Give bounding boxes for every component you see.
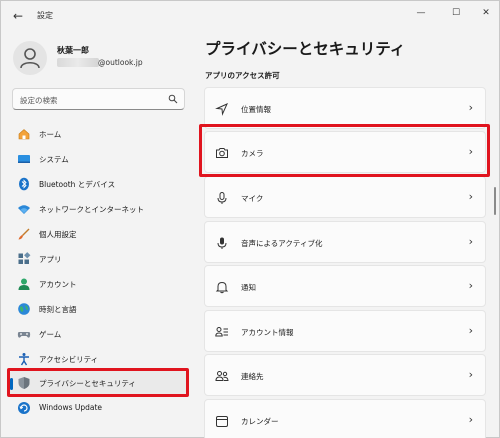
minimize-button[interactable]: — — [406, 5, 436, 21]
card-label: 通知 — [241, 283, 256, 292]
chevron-right-icon: › — [468, 324, 473, 337]
brush-icon — [18, 228, 30, 240]
chevron-right-icon: › — [468, 101, 473, 114]
wifi-icon — [18, 205, 30, 214]
card-label: カレンダー — [241, 417, 279, 426]
account-info-icon — [215, 327, 228, 337]
sidebar-item-label: アプリ — [39, 255, 62, 264]
sidebar-item-windows-update[interactable]: Windows Update — [9, 396, 187, 420]
card-label: 連絡先 — [241, 372, 264, 381]
sidebar-item-gaming[interactable]: ゲーム — [9, 322, 187, 346]
person-icon — [20, 48, 40, 69]
setting-card-microphone[interactable]: マイク › — [204, 176, 486, 218]
globe-icon — [18, 303, 30, 315]
location-icon — [215, 103, 228, 116]
home-icon — [18, 129, 30, 140]
bluetooth-icon — [19, 177, 29, 191]
back-button[interactable]: ← — [9, 7, 27, 25]
setting-card-voice-activation[interactable]: 音声によるアクティブ化 › — [204, 221, 486, 263]
scrollbar[interactable] — [494, 187, 496, 215]
apps-icon — [18, 252, 31, 264]
sidebar-item-label: ホーム — [39, 130, 62, 139]
title-bar: ← 設定 — ☐ ✕ — [1, 1, 499, 33]
sidebar-item-label: 時刻と言語 — [39, 305, 77, 314]
settings-window: ← 設定 — ☐ ✕ 秋葉一郎 @outlook.jp 設定の検索 ホーム シス… — [0, 0, 500, 438]
setting-card-contacts[interactable]: 連絡先 › — [204, 354, 486, 396]
sidebar-item-system[interactable]: システム — [9, 147, 187, 171]
contacts-icon — [215, 371, 229, 381]
close-button[interactable]: ✕ — [471, 5, 500, 21]
voice-activation-icon — [217, 237, 227, 249]
search-input[interactable]: 設定の検索 — [12, 88, 185, 110]
gamepad-icon — [17, 332, 31, 338]
maximize-button[interactable]: ☐ — [441, 5, 471, 21]
highlight-box-camera — [199, 124, 490, 177]
highlight-box-privacy — [7, 368, 189, 397]
sidebar-item-label: アカウント — [39, 280, 77, 289]
calendar-icon — [216, 416, 228, 427]
account-icon — [18, 278, 30, 290]
sidebar-item-label: システム — [39, 155, 69, 164]
search-placeholder: 設定の検索 — [20, 96, 58, 105]
section-title: アプリのアクセス許可 — [205, 71, 280, 80]
setting-card-location[interactable]: 位置情報 › — [204, 87, 486, 129]
app-title: 設定 — [37, 11, 53, 20]
sidebar-item-label: アクセシビリティ — [39, 355, 99, 364]
sidebar-item-network[interactable]: ネットワークとインターネット — [9, 197, 187, 221]
sidebar-item-apps[interactable]: アプリ — [9, 247, 187, 271]
setting-card-notifications[interactable]: 通知 › — [204, 265, 486, 307]
update-icon — [18, 402, 30, 414]
user-name: 秋葉一郎 — [57, 46, 89, 55]
bell-icon — [215, 281, 229, 294]
sidebar-item-label: ネットワークとインターネット — [39, 205, 144, 214]
chevron-right-icon: › — [468, 190, 473, 203]
microphone-icon — [217, 192, 227, 204]
card-label: 音声によるアクティブ化 — [241, 239, 323, 248]
card-label: マイク — [241, 194, 264, 203]
sidebar-item-label: ゲーム — [39, 330, 62, 339]
sidebar-item-home[interactable]: ホーム — [9, 122, 187, 146]
card-label: アカウント情報 — [241, 328, 294, 337]
sidebar-item-personalization[interactable]: 個人用設定 — [9, 222, 187, 246]
chevron-right-icon: › — [468, 413, 473, 426]
chevron-right-icon: › — [468, 368, 473, 381]
sidebar-item-accounts[interactable]: アカウント — [9, 272, 187, 296]
avatar[interactable] — [13, 41, 47, 75]
setting-card-account-info[interactable]: アカウント情報 › — [204, 310, 486, 352]
sidebar-item-label: Bluetooth とデバイス — [39, 180, 116, 189]
sidebar-item-bluetooth[interactable]: Bluetooth とデバイス — [9, 172, 187, 196]
email-redacted — [57, 58, 99, 67]
chevron-right-icon: › — [468, 279, 473, 292]
sidebar-item-label: Windows Update — [39, 403, 103, 412]
accessibility-icon — [19, 353, 29, 366]
card-label: 位置情報 — [241, 105, 271, 114]
search-icon — [168, 94, 178, 104]
page-title: プライバシーとセキュリティ — [205, 40, 406, 58]
user-email: @outlook.jp — [98, 58, 143, 67]
chevron-right-icon: › — [468, 235, 473, 248]
setting-card-calendar[interactable]: カレンダー › — [204, 399, 486, 438]
sidebar-item-label: 個人用設定 — [39, 230, 77, 239]
system-icon — [18, 155, 30, 163]
sidebar-item-time-language[interactable]: 時刻と言語 — [9, 297, 187, 321]
